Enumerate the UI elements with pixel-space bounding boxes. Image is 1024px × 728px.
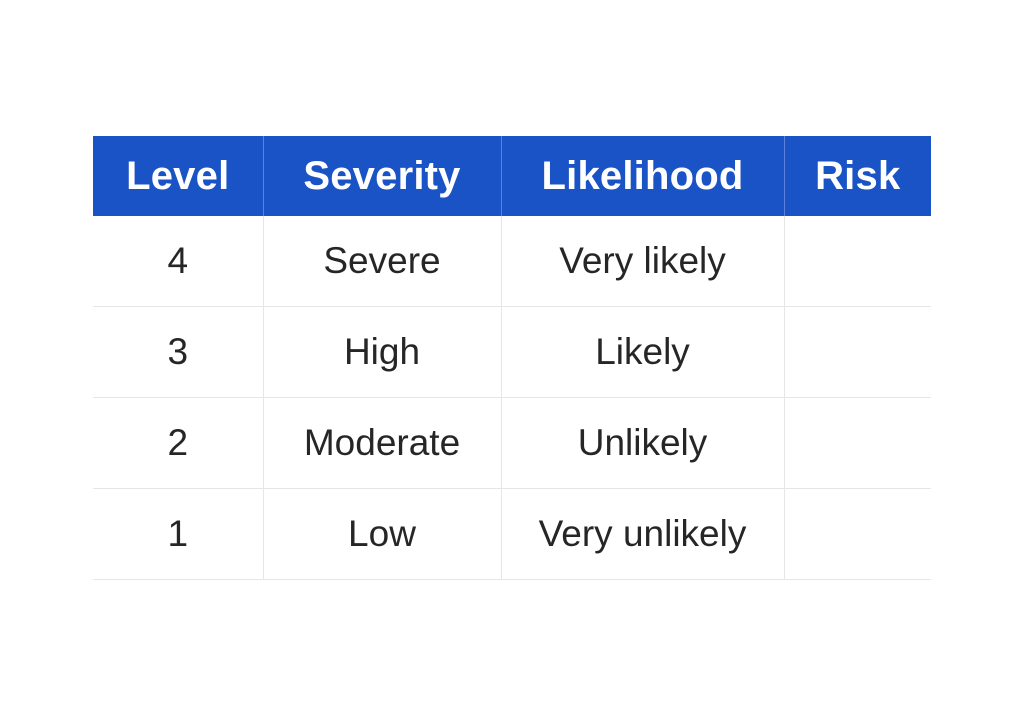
cell-level: 3: [93, 306, 263, 398]
cell-risk: [783, 397, 931, 489]
table-row: 3 High Likely: [93, 306, 931, 398]
cell-level: 2: [93, 397, 263, 489]
cell-likelihood: Very likely: [500, 216, 784, 307]
cell-level: 1: [93, 488, 263, 580]
cell-likelihood: Unlikely: [500, 397, 784, 489]
header-level: Level: [93, 136, 263, 216]
header-likelihood: Likelihood: [500, 136, 784, 216]
cell-risk: [783, 488, 931, 580]
cell-likelihood: Likely: [500, 306, 784, 398]
cell-risk: [783, 306, 931, 398]
cell-likelihood: Very unlikely: [500, 488, 784, 580]
table-body: 4 Severe Very likely 3 High Likely 2 Mod…: [93, 216, 931, 580]
cell-severity: Severe: [262, 216, 501, 307]
cell-level: 4: [93, 216, 263, 307]
cell-risk: [783, 216, 931, 307]
risk-matrix-table: Level Severity Likelihood Risk 4 Severe …: [93, 136, 931, 580]
header-row: Level Severity Likelihood Risk: [93, 136, 931, 216]
header-severity: Severity: [262, 136, 501, 216]
cell-severity: High: [262, 306, 501, 398]
table-row: 1 Low Very unlikely: [93, 488, 931, 580]
cell-severity: Moderate: [262, 397, 501, 489]
header-risk: Risk: [783, 136, 931, 216]
table-header: Level Severity Likelihood Risk: [93, 136, 931, 216]
cell-severity: Low: [262, 488, 501, 580]
table-row: 2 Moderate Unlikely: [93, 397, 931, 489]
table-row: 4 Severe Very likely: [93, 216, 931, 307]
